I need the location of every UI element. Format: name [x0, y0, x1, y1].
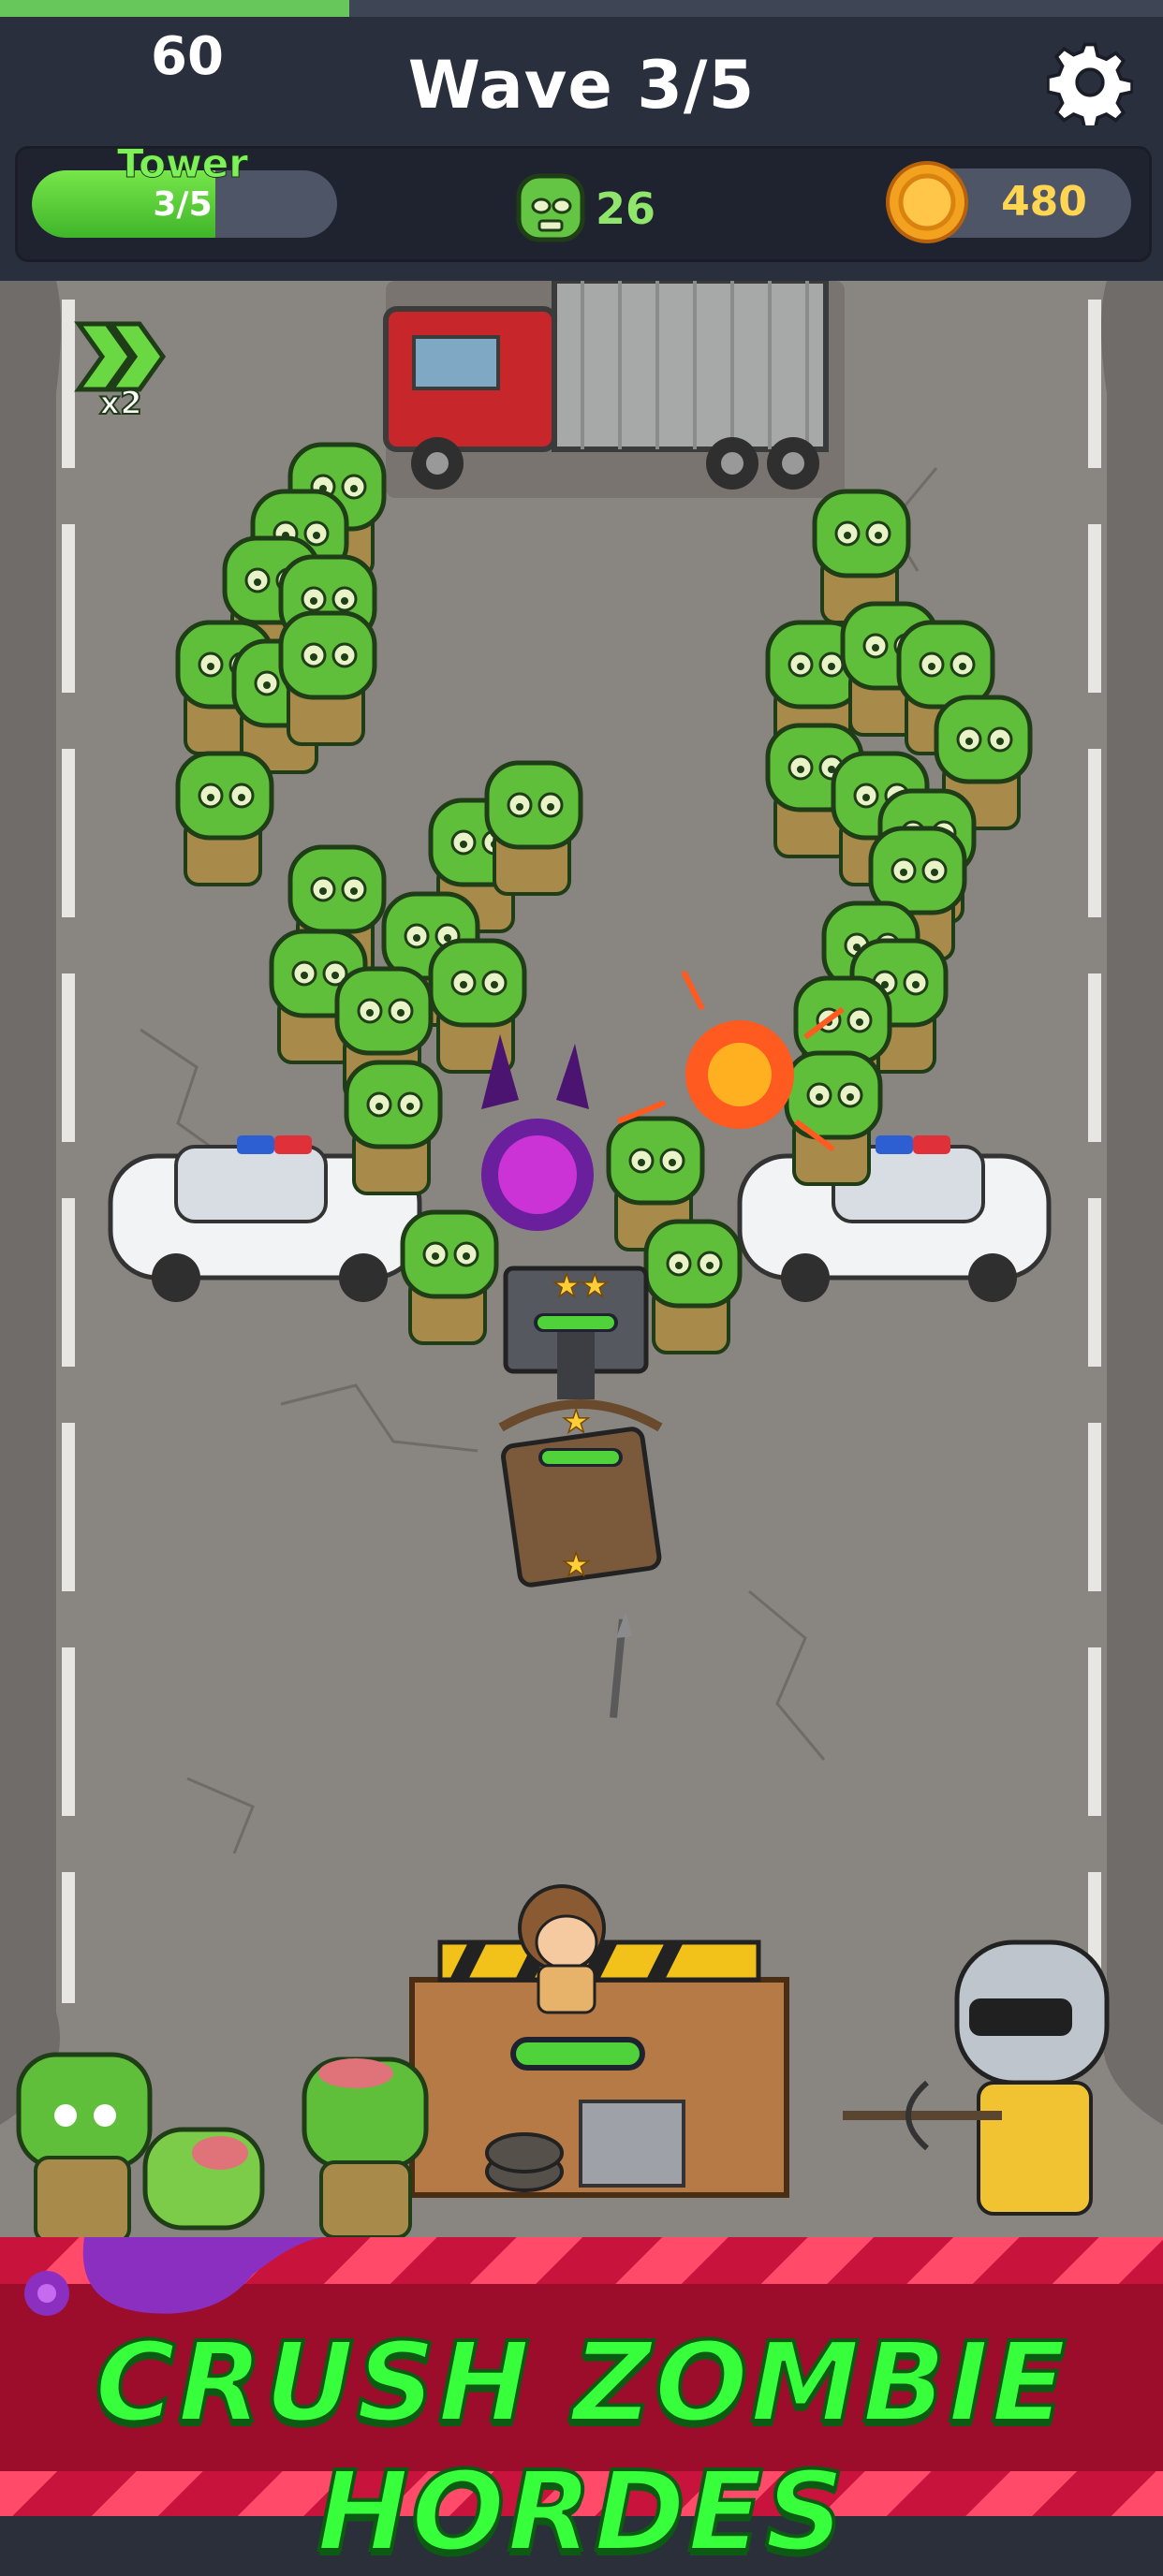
svg-text:★: ★	[562, 1403, 590, 1441]
poison-blast	[481, 1034, 594, 1231]
speed-x2-button[interactable]: x2	[69, 315, 172, 417]
wave-progress-fill	[0, 0, 349, 17]
battlefield: ★ ★ ★ ★ x2	[0, 281, 1163, 2237]
speed-label: x2	[99, 385, 142, 417]
banner-headline: CRUSH ZOMBIE HORDES	[93, 2316, 1068, 2576]
wave-title: Wave 3/5	[407, 47, 756, 124]
zombie-head-icon	[516, 173, 585, 242]
tower-label: Tower	[117, 140, 249, 187]
arrow-projectile	[610, 1612, 633, 1719]
zombie-sprite	[484, 760, 583, 896]
coin-count: 480	[1001, 178, 1087, 226]
right-sidewalk	[1101, 281, 1163, 2125]
left-sidewalk	[0, 281, 61, 2125]
soldier-character	[843, 1939, 1110, 2216]
road-scene: ★ ★ ★ ★	[0, 281, 1163, 2237]
zombie-sprite	[784, 1050, 883, 1186]
timer: 60	[151, 26, 224, 87]
zombie-sprite	[428, 938, 527, 1074]
truck	[383, 281, 845, 498]
zombie-count: 26	[596, 183, 656, 234]
base-health-bar	[510, 2037, 645, 2071]
gear-icon[interactable]	[1047, 39, 1133, 125]
svg-text:★: ★	[562, 1546, 590, 1584]
wave-progress-bar	[0, 0, 1163, 17]
police-car-right	[737, 1135, 1052, 1302]
svg-text:★: ★	[552, 1267, 581, 1305]
zombie-sprite	[643, 1219, 743, 1354]
svg-text:★: ★	[581, 1267, 609, 1305]
coin-icon	[886, 161, 968, 243]
zombie-sprite	[344, 1060, 443, 1195]
zombie-sprite	[175, 751, 274, 886]
ballista-turret: ★ ★	[498, 1399, 663, 1588]
zombie-sprite	[278, 610, 377, 746]
foreground-zombies	[16, 2052, 429, 2237]
crossbow-turret: ★ ★	[503, 1266, 649, 1399]
zombie-sprite	[400, 1209, 499, 1345]
tower-count: 3/5	[153, 185, 213, 224]
